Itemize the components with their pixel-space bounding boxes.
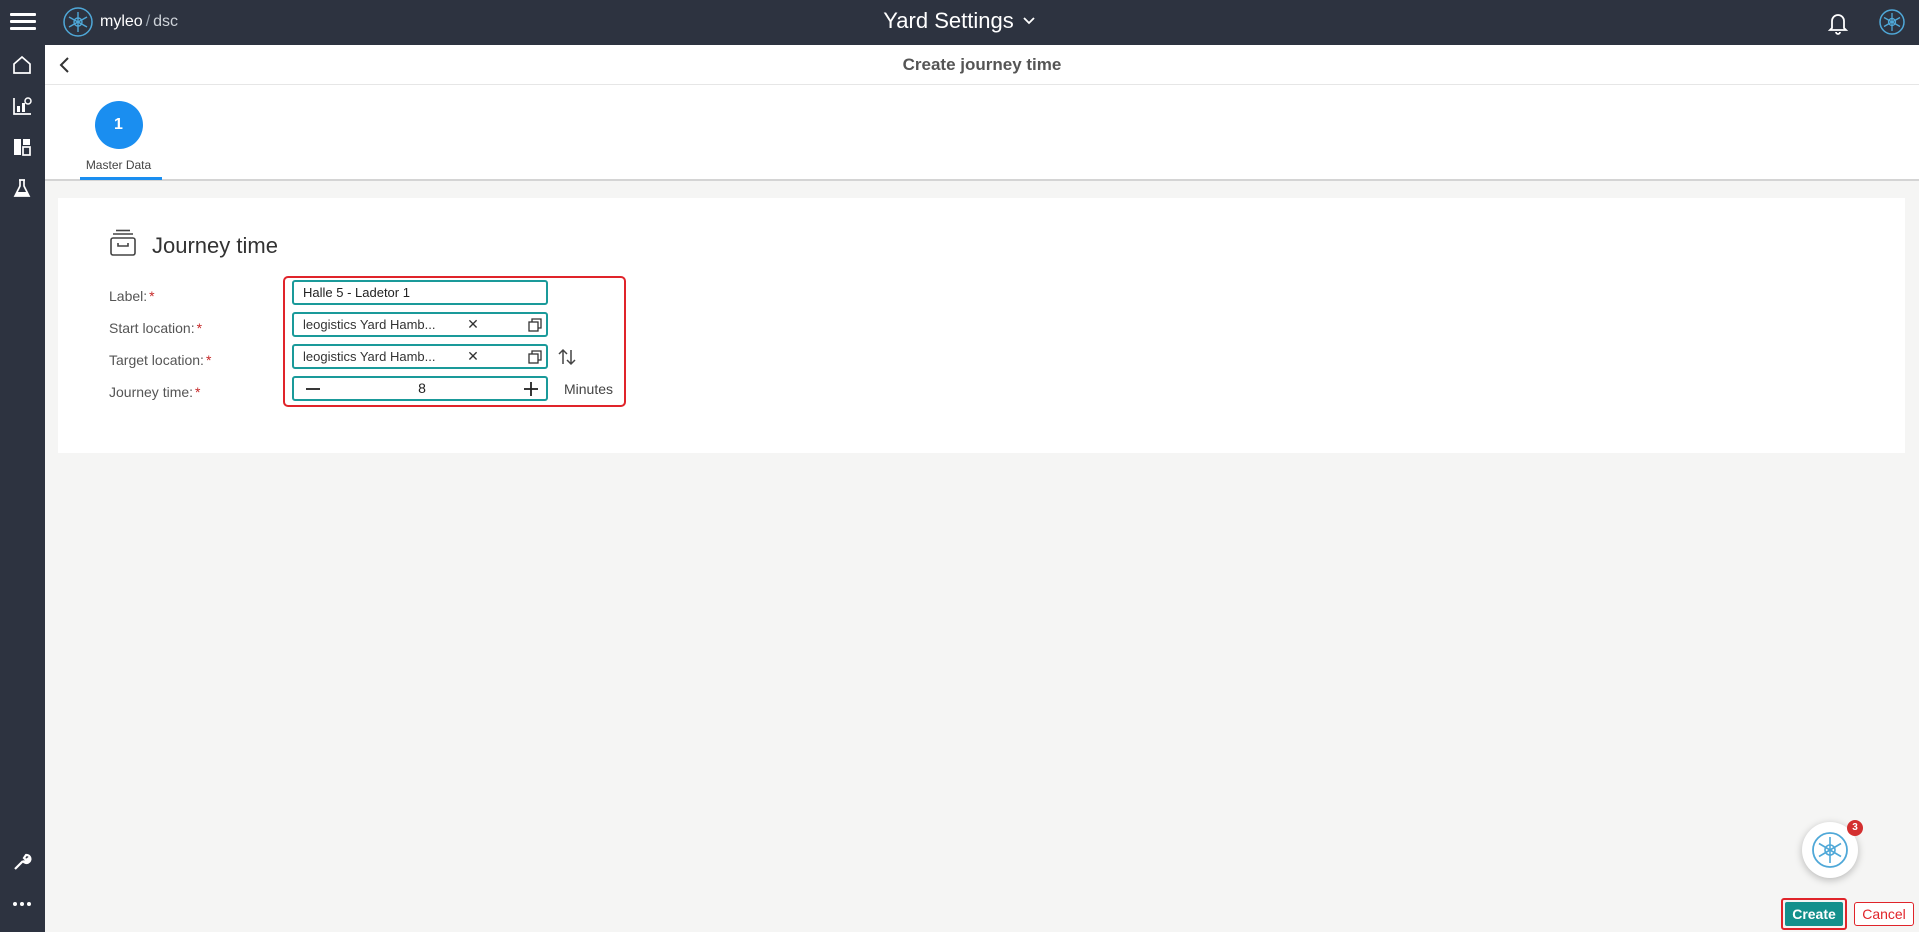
start-location-label: Start location: *: [109, 320, 202, 336]
page-title: Create journey time: [902, 55, 1062, 74]
home-icon[interactable]: [9, 52, 35, 78]
start-location-text: Start location:: [109, 320, 195, 336]
start-location-chip: leogistics Yard Hamb...: [303, 317, 436, 332]
target-location-label: Target location: *: [109, 352, 211, 368]
app-title: Yard Settings: [883, 8, 1014, 33]
chevron-down-icon: [1023, 17, 1035, 25]
start-location-select[interactable]: leogistics Yard Hamb... ✕: [292, 312, 548, 337]
lab-icon[interactable]: [9, 175, 35, 201]
analytics-icon[interactable]: [9, 93, 35, 119]
create-button[interactable]: Create: [1781, 898, 1847, 930]
target-location-select[interactable]: leogistics Yard Hamb... ✕: [292, 344, 548, 369]
sidebar: [0, 45, 45, 932]
target-location-chip: leogistics Yard Hamb...: [303, 349, 436, 364]
more-icon[interactable]: [9, 891, 35, 917]
open-value-help-icon[interactable]: [526, 316, 544, 334]
page-header: Create journey time: [45, 45, 1919, 85]
swap-locations-icon[interactable]: [556, 346, 578, 368]
logo-text: myleo / dsc: [100, 13, 178, 31]
journey-time-text: Journey time:: [109, 384, 194, 400]
notification-count-badge: 3: [1847, 820, 1863, 836]
journey-time-value[interactable]: 8: [334, 378, 510, 399]
hamburger-menu-icon[interactable]: [10, 10, 36, 34]
stepper: 1 Master Data: [45, 85, 1919, 181]
label-field-text: Label:: [109, 288, 148, 304]
step-label: Master Data: [85, 158, 152, 172]
logo-name: myleo: [100, 13, 143, 30]
myleo-logo-icon: [63, 7, 93, 37]
required-marker: *: [149, 288, 155, 304]
journey-time-stepper[interactable]: 8: [292, 376, 548, 401]
step-number: 1: [94, 101, 143, 149]
dashboard-icon[interactable]: [9, 134, 35, 160]
label-field-label: Label: *: [109, 288, 155, 304]
user-menu-icon[interactable]: [1878, 8, 1906, 36]
app-logo[interactable]: myleo / dsc: [62, 5, 178, 39]
notification-bell-icon[interactable]: [1826, 10, 1850, 36]
journey-time-label: Journey time: *: [109, 384, 201, 400]
logo-sub: dsc: [153, 13, 179, 30]
target-location-text: Target location:: [109, 352, 204, 368]
increment-icon[interactable]: [522, 379, 540, 398]
active-step-indicator: [80, 177, 162, 180]
app-switcher[interactable]: Yard Settings: [883, 8, 1035, 34]
wrench-icon[interactable]: [9, 849, 35, 875]
remove-target-location-icon[interactable]: ✕: [464, 347, 482, 365]
step-master-data[interactable]: 1 Master Data: [80, 101, 157, 178]
decrement-icon[interactable]: [304, 379, 322, 398]
required-marker: *: [195, 384, 201, 400]
open-value-help-icon[interactable]: [526, 348, 544, 366]
archive-box-icon: [110, 229, 136, 256]
logo-separator: /: [145, 13, 151, 30]
top-bar: myleo / dsc Yard Settings: [0, 0, 1919, 45]
create-button-label: Create: [1785, 902, 1843, 926]
required-marker: *: [196, 320, 203, 336]
form-card: Journey time Label: * Halle 5 - Ladetor 1…: [58, 198, 1905, 453]
cancel-button[interactable]: Cancel: [1854, 902, 1914, 926]
remove-start-location-icon[interactable]: ✕: [464, 315, 482, 333]
journey-time-unit: Minutes: [564, 381, 614, 397]
required-marker: *: [205, 352, 212, 368]
section-title: Journey time: [152, 233, 278, 258]
label-input[interactable]: Halle 5 - Ladetor 1: [292, 280, 548, 305]
